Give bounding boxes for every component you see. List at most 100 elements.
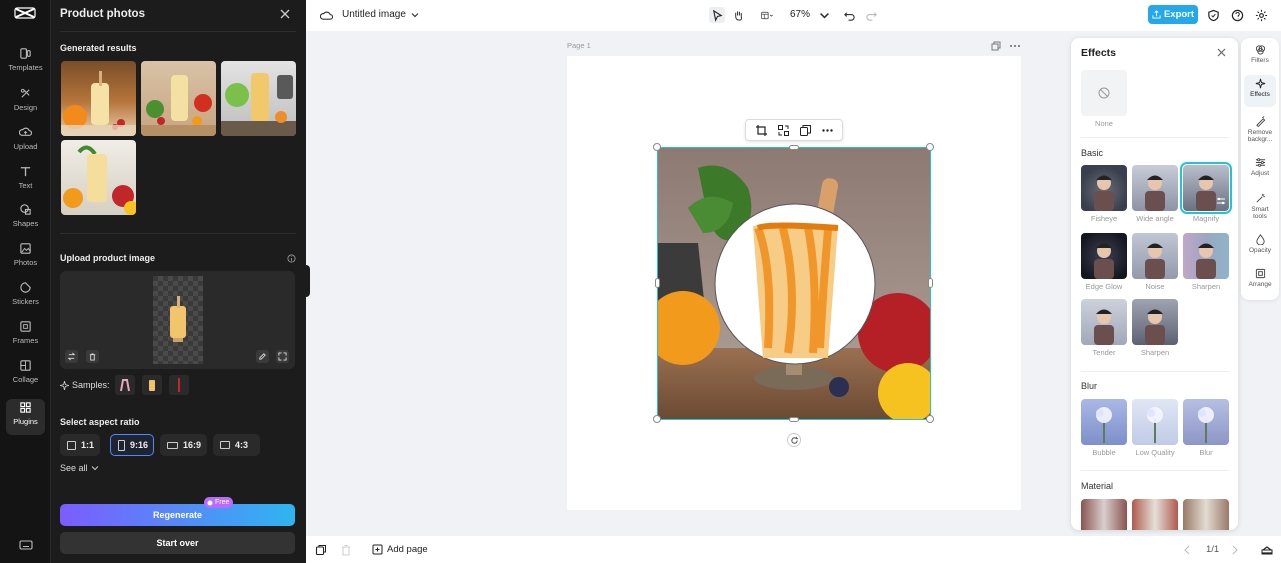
rail-photos[interactable]: Photos [6,240,45,274]
material-effect-1[interactable] [1081,499,1127,530]
export-icon [1152,10,1161,19]
effect-fisheye[interactable] [1081,165,1127,211]
delete-image-button[interactable] [86,350,99,363]
replace-image-button[interactable] [65,350,78,363]
resize-handle-top-left[interactable] [653,143,661,151]
effect-low-quality[interactable] [1132,399,1178,445]
effect-wide-angle[interactable] [1132,165,1178,211]
effect-sharpen[interactable] [1132,299,1178,345]
person-preview-image [1094,243,1114,279]
resize-handle-top-right[interactable] [926,143,934,151]
rail-shapes[interactable]: Shapes [6,201,45,235]
document-title[interactable]: Untitled image [342,9,419,20]
right-rail: Filters Effects Remove backgr... Adjust … [1241,38,1279,300]
crop-icon[interactable] [755,124,768,137]
rail-upload[interactable]: Upload [6,124,45,158]
see-all-link[interactable]: See all [60,463,99,473]
upload-dropzone[interactable] [60,271,295,369]
sample-3[interactable] [169,375,189,395]
rrail-opacity[interactable]: Opacity [1244,231,1276,263]
effect-none[interactable] [1081,70,1127,116]
arrange-icon [1255,268,1265,279]
chevron-left-icon[interactable] [1183,545,1192,555]
regenerate-button[interactable]: Regenerate [60,504,295,526]
zoom-level[interactable]: 67% [790,9,810,20]
rrail-adjust[interactable]: Adjust [1244,154,1276,186]
duplicate-page-icon[interactable] [991,41,1001,51]
ratio-9-16[interactable]: 9:16 [110,434,154,456]
panel-collapse-handle[interactable] [304,265,310,297]
close-icon[interactable] [279,8,291,20]
effect-bubble[interactable] [1081,399,1127,445]
generated-result-2[interactable] [141,61,216,136]
close-icon[interactable] [1216,47,1227,58]
generated-result-4[interactable] [61,140,136,215]
effect-noise[interactable] [1132,233,1178,279]
resize-handle-bottom-right[interactable] [926,415,934,423]
resize-handle-bottom[interactable] [789,417,799,422]
rrail-effects[interactable]: Effects [1244,75,1276,107]
sample-2[interactable] [142,375,162,395]
effect-blur[interactable] [1183,399,1229,445]
effect-tender[interactable] [1081,299,1127,345]
generated-result-1[interactable] [61,61,136,136]
rotate-handle[interactable] [787,433,801,447]
export-button[interactable]: Export [1148,5,1198,24]
redo-button[interactable] [863,7,879,23]
effect-magnify[interactable] [1180,162,1232,214]
ratio-16-9[interactable]: 16:9 [160,434,207,456]
effect-edge-glow[interactable] [1081,233,1127,279]
start-over-button[interactable]: Start over [60,532,295,554]
capcut-logo[interactable] [14,6,36,20]
ratio-1-1[interactable]: 1:1 [60,434,100,456]
keyboard-icon[interactable] [19,538,33,552]
rail-collage[interactable]: Collage [6,357,45,391]
rrail-arrange[interactable]: Arrange [1244,265,1276,297]
more-options-icon[interactable] [821,124,834,137]
chevron-right-icon[interactable] [1230,545,1239,555]
remove-background-icon [1255,116,1265,127]
delete-page-icon[interactable] [340,544,352,556]
settings-button[interactable] [1253,7,1269,23]
zoom-dropdown[interactable] [816,7,832,23]
sample-1[interactable] [115,375,135,395]
rail-stickers[interactable]: Stickers [6,279,45,313]
resize-handle-right[interactable] [928,278,933,288]
select-tool[interactable] [709,7,725,23]
effect-sharpen[interactable] [1183,233,1229,279]
add-page-button[interactable]: Add page [372,544,428,555]
resize-handle-left[interactable] [655,278,660,288]
undo-button[interactable] [841,7,857,23]
edit-image-button[interactable] [256,350,269,363]
resize-handle-bottom-left[interactable] [653,415,661,423]
rrail-filters[interactable]: Filters [1244,41,1276,73]
rrail-smart-tools[interactable]: Smart tools [1244,190,1276,226]
rail-templates[interactable]: Templates [6,45,45,79]
rail-design[interactable]: Design [6,85,45,119]
rail-text[interactable]: Text [6,163,45,197]
material-effect-2[interactable] [1132,499,1178,530]
cloud-save-button[interactable] [318,7,334,23]
ratio-4-3[interactable]: 4:3 [213,434,260,456]
layout-icon [760,11,773,19]
more-icon[interactable] [1009,41,1021,51]
rail-plugins[interactable]: Plugins [6,399,45,435]
layout-menu[interactable] [755,7,779,23]
rrail-label: Remove backgr... [1247,129,1273,144]
duplicate-icon[interactable] [799,124,812,137]
rrail-remove-background[interactable]: Remove backgr... [1244,113,1276,149]
rail-frames[interactable]: Frames [6,318,45,352]
expand-image-button[interactable] [276,350,289,363]
effect-label: Wide angle [1136,214,1174,223]
adjust-effect-icon[interactable] [1216,196,1226,206]
generated-result-3[interactable] [221,61,296,136]
info-icon[interactable] [287,254,296,263]
replace-icon[interactable] [777,124,790,137]
shield-button[interactable] [1205,7,1221,23]
resize-handle-top[interactable] [789,145,799,150]
hand-tool[interactable] [730,7,746,23]
pages-icon[interactable] [315,544,327,556]
material-effect-3[interactable] [1183,499,1229,530]
layers-icon[interactable] [1261,544,1273,556]
help-button[interactable] [1229,7,1245,23]
